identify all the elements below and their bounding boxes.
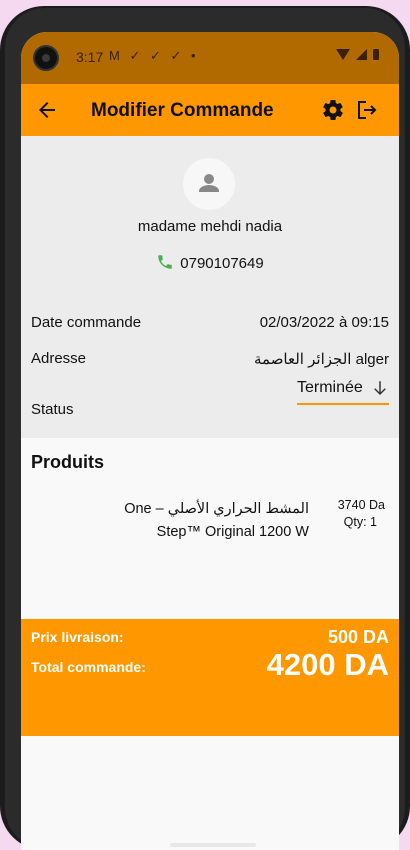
date-value: 02/03/2022 à 09:15 [259,314,389,331]
arrow-down-icon [374,381,386,396]
home-indicator[interactable] [170,843,256,847]
date-label: Date commande [31,314,142,331]
status-time: 3:17 [76,49,104,65]
wifi-icon [336,49,350,60]
product-name: المشط الحراري الأصلي – One Step™ Origina… [124,501,309,540]
camera-cutout [33,45,59,71]
delivery-value: 500 DA [327,627,389,647]
page-title: Modifier Commande [91,100,274,121]
system-icons [336,49,379,60]
delivery-label: Prix livraison: [31,629,124,645]
address-value: الجزائر العاصمة alger [253,351,389,368]
arrow-left-icon[interactable] [35,98,59,122]
totals-panel: Prix livraison: 500 DA Total commande: 4… [21,619,399,736]
product-price: 3740 Da [337,498,385,512]
customer-name: madame mehdi nadia [137,218,283,235]
logout-icon[interactable] [355,98,379,122]
avatar [183,158,235,210]
person-icon [199,174,219,192]
products-heading: Produits [31,452,105,472]
total-label: Total commande: [31,659,146,675]
cell-signal-icon [356,49,367,60]
address-label: Adresse [31,350,87,367]
gear-icon[interactable] [321,98,345,122]
status-dropdown[interactable]: Terminée [297,377,389,405]
app-bar: Modifier Commande [21,84,399,136]
phone-bezel: 3:17 M ✓ ✓ ✓ • Modifier Commande madame … [5,8,405,850]
status-bar: 3:17 M ✓ ✓ ✓ • [21,32,399,84]
order-header: madame mehdi nadia 0790107649 Date comma… [21,136,399,438]
phone-number: 0790107649 [180,255,264,272]
phone-frame: 3:17 M ✓ ✓ ✓ • Modifier Commande madame … [0,6,410,850]
phone-icon [158,255,173,269]
battery-icon [373,49,379,60]
status-value: Terminée [297,379,363,396]
notification-icons: M ✓ ✓ ✓ • [109,48,199,63]
list-item[interactable]: المشط الحراري الأصلي – One Step™ Origina… [89,498,385,558]
app-screen: 3:17 M ✓ ✓ ✓ • Modifier Commande madame … [21,32,399,850]
product-qty: Qty: 1 [343,515,377,529]
customer-phone[interactable]: 0790107649 [21,253,399,272]
total-value: 4200 DA [266,647,389,682]
status-label: Status [31,401,74,418]
